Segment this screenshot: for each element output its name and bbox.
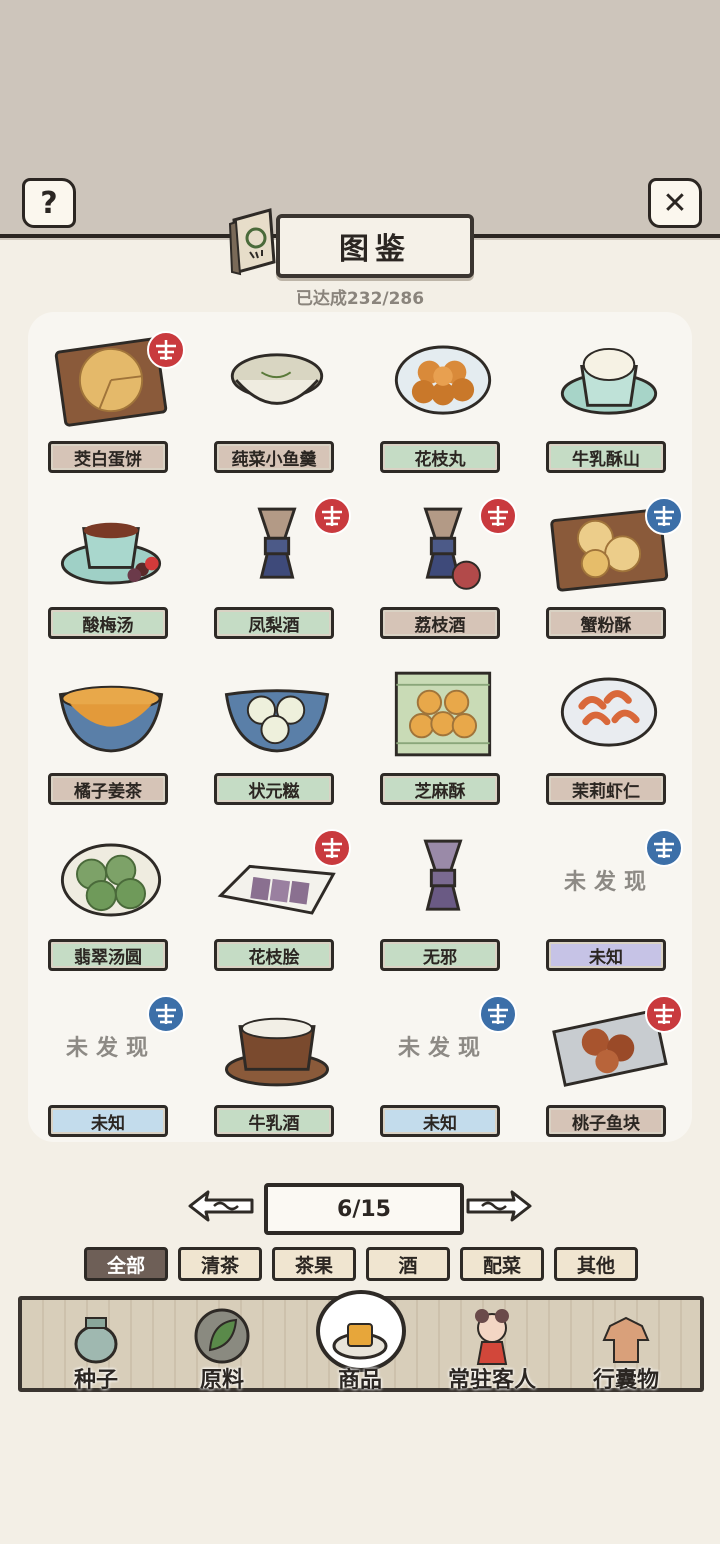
collection-item[interactable]: 状元糍 — [194, 654, 360, 820]
squid-balls-icon — [394, 345, 492, 415]
tab-3[interactable]: 酒 — [366, 1247, 450, 1281]
scroll-book-icon — [228, 208, 276, 276]
seed-jar-icon — [74, 1317, 118, 1364]
left-arrow-icon[interactable] — [186, 1186, 256, 1226]
nav-item-1[interactable]: 原料 — [162, 1302, 282, 1396]
item-name-label: 未知 — [48, 1105, 168, 1137]
undiscovered-text: 未发现 — [65, 1036, 156, 1061]
collection-item[interactable]: 茭白蛋饼 — [28, 322, 194, 488]
item-name-label: 酸梅汤 — [48, 607, 168, 639]
right-arrow-icon[interactable] — [464, 1186, 534, 1226]
plum-drink-icon — [60, 522, 162, 585]
collection-item[interactable]: 花枝丸 — [360, 322, 526, 488]
item-name-label: 翡翠汤圆 — [48, 939, 168, 971]
close-x-icon: ✕ — [662, 185, 688, 221]
item-name-label: 无邪 — [380, 939, 500, 971]
collection-item[interactable]: 未发现 未知 — [360, 986, 526, 1152]
item-name-label: 荔枝酒 — [380, 607, 500, 639]
green-dumplings-icon — [60, 843, 162, 917]
pastry-plate-icon — [332, 1323, 388, 1360]
item-name-label: 莼菜小鱼羹 — [214, 441, 334, 473]
tab-2[interactable]: 茶果 — [272, 1247, 356, 1281]
nav-item-4[interactable]: 行囊物 — [566, 1302, 686, 1396]
nav-item-label: 常驻客人 — [447, 1368, 536, 1393]
collection-progress: 已达成232/286 — [295, 289, 425, 309]
tab-0[interactable]: 全部 — [84, 1247, 168, 1281]
tab-1[interactable]: 清茶 — [178, 1247, 262, 1281]
item-name-label: 茭白蛋饼 — [48, 441, 168, 473]
collection-item[interactable]: 花枝脍 — [194, 820, 360, 986]
collection-item[interactable]: 桃子鱼块 — [526, 986, 692, 1152]
item-name-label: 牛乳酒 — [214, 1105, 334, 1137]
guest-girl-icon — [475, 1309, 509, 1365]
orange-tea-icon — [58, 685, 164, 753]
category-tabs: 全部 清茶 茶果酒配菜 其他 — [84, 1247, 644, 1281]
question-mark-icon: ? — [40, 185, 58, 221]
nav-item-3[interactable]: 常驻客人 — [432, 1302, 552, 1396]
collection-item[interactable]: 无邪 — [360, 820, 526, 986]
collection-item[interactable]: 未发现 未知 — [526, 820, 692, 986]
tab-5[interactable]: 其他 — [554, 1247, 638, 1281]
item-name-label: 蟹粉酥 — [546, 607, 666, 639]
collection-item[interactable]: 翡翠汤圆 — [28, 820, 194, 986]
tab-4[interactable]: 配菜 — [460, 1247, 544, 1281]
nav-item-label: 原料 — [199, 1368, 244, 1393]
nav-item-label: 行囊物 — [592, 1368, 659, 1393]
item-name-label: 桃子鱼块 — [546, 1105, 666, 1137]
undiscovered-text: 未发现 — [397, 1036, 488, 1061]
top-band — [0, 0, 720, 240]
collection-item[interactable]: 茉莉虾仁 — [526, 654, 692, 820]
item-name-label: 未知 — [380, 1105, 500, 1137]
collection-item[interactable]: 凤梨酒 — [194, 488, 360, 654]
milk-ice-icon — [560, 347, 658, 415]
item-name-label: 芝麻酥 — [380, 773, 500, 805]
fish-soup-icon — [230, 353, 324, 405]
item-name-label: 茉莉虾仁 — [546, 773, 666, 805]
wine-vessel-purple-icon — [423, 839, 463, 911]
milk-wine-icon — [224, 1017, 330, 1087]
collection-item[interactable]: 牛乳酒 — [194, 986, 360, 1152]
page-indicator: 6/15 — [264, 1183, 464, 1235]
item-name-label: 牛乳酥山 — [546, 441, 666, 473]
item-name-label: 凤梨酒 — [214, 607, 334, 639]
robe-icon — [602, 1316, 650, 1363]
item-name-label: 花枝丸 — [380, 441, 500, 473]
collection-item[interactable]: 蟹粉酥 — [526, 488, 692, 654]
collection-item[interactable]: 芝麻酥 — [360, 654, 526, 820]
tea-leaf-icon — [194, 1308, 250, 1364]
collection-item[interactable]: 荔枝酒 — [360, 488, 526, 654]
nav-item-label: 种子 — [73, 1368, 118, 1393]
help-button[interactable]: ? — [22, 178, 76, 228]
nav-item-label: 商品 — [337, 1368, 382, 1393]
rice-balls-icon — [224, 689, 330, 753]
collection-item[interactable]: 牛乳酥山 — [526, 322, 692, 488]
nav-item-2[interactable]: 商品 — [300, 1302, 420, 1396]
collection-item[interactable]: 酸梅汤 — [28, 488, 194, 654]
sesame-pastry-icon — [394, 671, 492, 757]
collection-item[interactable]: 未发现 未知 — [28, 986, 194, 1152]
collection-item[interactable]: 莼菜小鱼羹 — [194, 322, 360, 488]
item-name-label: 状元糍 — [214, 773, 334, 805]
collection-item[interactable]: 橘子姜茶 — [28, 654, 194, 820]
page-title: 图鉴 — [276, 214, 474, 278]
nav-item-0[interactable]: 种子 — [36, 1302, 156, 1396]
close-button[interactable]: ✕ — [648, 178, 702, 228]
jasmine-shrimp-icon — [560, 677, 658, 747]
item-name-label: 花枝脍 — [214, 939, 334, 971]
undiscovered-text: 未发现 — [563, 870, 654, 895]
item-name-label: 橘子姜茶 — [48, 773, 168, 805]
item-name-label: 未知 — [546, 939, 666, 971]
